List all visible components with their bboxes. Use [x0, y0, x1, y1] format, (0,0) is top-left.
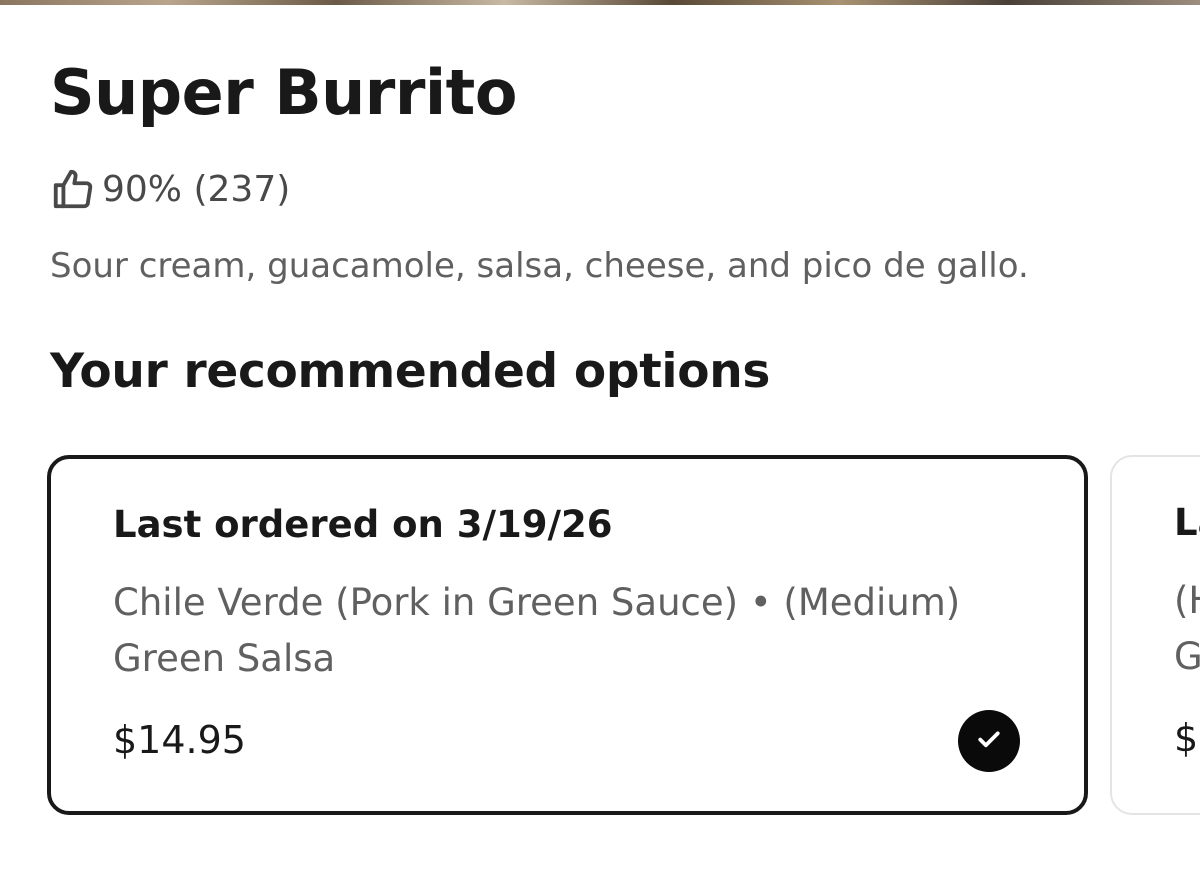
- last-ordered-label: La: [1174, 501, 1200, 544]
- option-details-line: (H: [1174, 579, 1200, 622]
- option-price: $14.95: [113, 718, 246, 762]
- option-details-line: Chile Verde (Pork in Green Sauce) • (Med…: [113, 581, 961, 624]
- recommended-option-card[interactable]: Last ordered on 3/19/26 Chile Verde (Por…: [47, 455, 1088, 815]
- rating-text: 90% (237): [102, 168, 291, 210]
- option-details-line: G: [1174, 635, 1200, 678]
- thumbs-up-icon: [50, 166, 96, 212]
- option-details: Chile Verde (Pork in Green Sauce) • (Med…: [113, 575, 1043, 687]
- option-price: $1: [1174, 716, 1200, 760]
- last-ordered-label: Last ordered on 3/19/26: [113, 503, 613, 546]
- option-details-line: Green Salsa: [113, 637, 336, 680]
- hero-image-strip: [0, 0, 1200, 5]
- item-title: Super Burrito: [50, 56, 517, 129]
- item-description: Sour cream, guacamole, salsa, cheese, an…: [50, 246, 1029, 286]
- selected-check-badge: [958, 710, 1020, 772]
- rating-row: 90% (237): [50, 164, 290, 214]
- section-title: Your recommended options: [50, 344, 771, 399]
- checkmark-icon: [974, 724, 1004, 758]
- option-details: (H G: [1174, 573, 1200, 685]
- recommended-option-card[interactable]: La (H G $1: [1110, 455, 1200, 815]
